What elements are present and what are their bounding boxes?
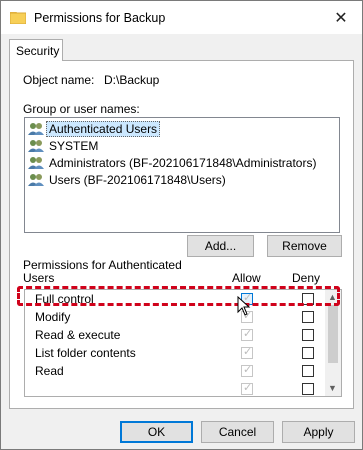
deny-checkbox[interactable] [302, 383, 314, 395]
deny-checkbox[interactable] [302, 347, 314, 359]
tab-strip: Security [9, 39, 354, 61]
users-group-icon [27, 172, 45, 188]
checkmark-icon: ✓ [243, 346, 253, 358]
list-item-authenticated-users[interactable]: Authenticated Users [27, 120, 161, 137]
permissions-header-line2: Users [23, 271, 55, 285]
scroll-thumb[interactable] [328, 305, 338, 363]
title-bar: Permissions for Backup ✕ [1, 1, 362, 34]
permission-name: List folder contents [35, 346, 136, 360]
scroll-up-icon[interactable]: ▲ [328, 292, 337, 302]
permissions-scrollbar[interactable]: ▲ ▼ [325, 290, 341, 396]
permissions-header-line1: Permissions for Authenticated [23, 258, 182, 272]
list-item-administrators[interactable]: Administrators (BF-202106171848\Administ… [27, 154, 319, 171]
users-group-icon [27, 138, 45, 154]
close-button[interactable]: ✕ [320, 1, 362, 34]
remove-button[interactable]: Remove [267, 235, 342, 257]
users-group-icon [27, 121, 45, 137]
permission-name: Modify [35, 310, 71, 324]
permissions-list: Full control ✓ Modify ✓ Read & execute ✓… [24, 289, 342, 397]
users-group-icon [27, 155, 45, 171]
list-item-users[interactable]: Users (BF-202106171848\Users) [27, 171, 229, 188]
security-tab-panel: Object name: D:\Backup Group or user nam… [9, 60, 354, 409]
object-name-label: Object name: [23, 73, 95, 87]
scroll-down-icon[interactable]: ▼ [328, 383, 337, 393]
object-name-value: D:\Backup [104, 73, 160, 87]
allow-checkbox[interactable]: ✓ [241, 328, 253, 341]
allow-checkbox[interactable]: ✓ [241, 382, 253, 395]
permissions-dialog: Permissions for Backup ✕ Security Object… [0, 0, 363, 450]
list-item-system[interactable]: SYSTEM [27, 137, 101, 154]
permission-row-modify: Modify ✓ [25, 308, 325, 326]
checkmark-icon: ✓ [243, 328, 253, 340]
deny-checkbox[interactable] [302, 329, 314, 341]
mouse-cursor-icon [237, 295, 251, 316]
permission-name: Full control [35, 292, 94, 306]
allow-checkbox[interactable]: ✓ [241, 346, 253, 359]
list-item-label: SYSTEM [49, 138, 99, 153]
list-item-label: Administrators (BF-202106171848\Administ… [49, 155, 317, 170]
folder-icon [9, 11, 27, 25]
list-item-label: Users (BF-202106171848\Users) [49, 172, 226, 187]
permission-name: Read [35, 364, 64, 378]
permission-row-read-execute: Read & execute ✓ [25, 326, 325, 344]
allow-checkbox[interactable]: ✓ [241, 364, 253, 377]
permission-row-read: Read ✓ [25, 362, 325, 380]
window-title: Permissions for Backup [34, 10, 166, 25]
group-user-listbox[interactable]: Authenticated Users SYSTEM Administrator… [24, 117, 340, 233]
list-item-label: Authenticated Users [46, 120, 161, 137]
group-names-label: Group or user names: [23, 102, 140, 116]
add-button[interactable]: Add... [187, 235, 254, 257]
permission-name: Read & execute [35, 328, 121, 342]
cancel-button[interactable]: Cancel [201, 421, 274, 443]
deny-checkbox[interactable] [302, 293, 314, 305]
tab-security[interactable]: Security [9, 39, 63, 61]
deny-checkbox[interactable] [302, 365, 314, 377]
permission-row-full-control: Full control ✓ [25, 290, 325, 308]
checkmark-icon: ✓ [243, 382, 253, 394]
allow-column-header: Allow [232, 271, 261, 285]
permission-row-partial: ✓ [25, 380, 325, 396]
ok-button[interactable]: OK [120, 421, 193, 443]
deny-checkbox[interactable] [302, 311, 314, 323]
permission-row-list-folder-contents: List folder contents ✓ [25, 344, 325, 362]
apply-button[interactable]: Apply [282, 421, 355, 443]
checkmark-icon: ✓ [243, 364, 253, 376]
deny-column-header: Deny [292, 271, 321, 285]
